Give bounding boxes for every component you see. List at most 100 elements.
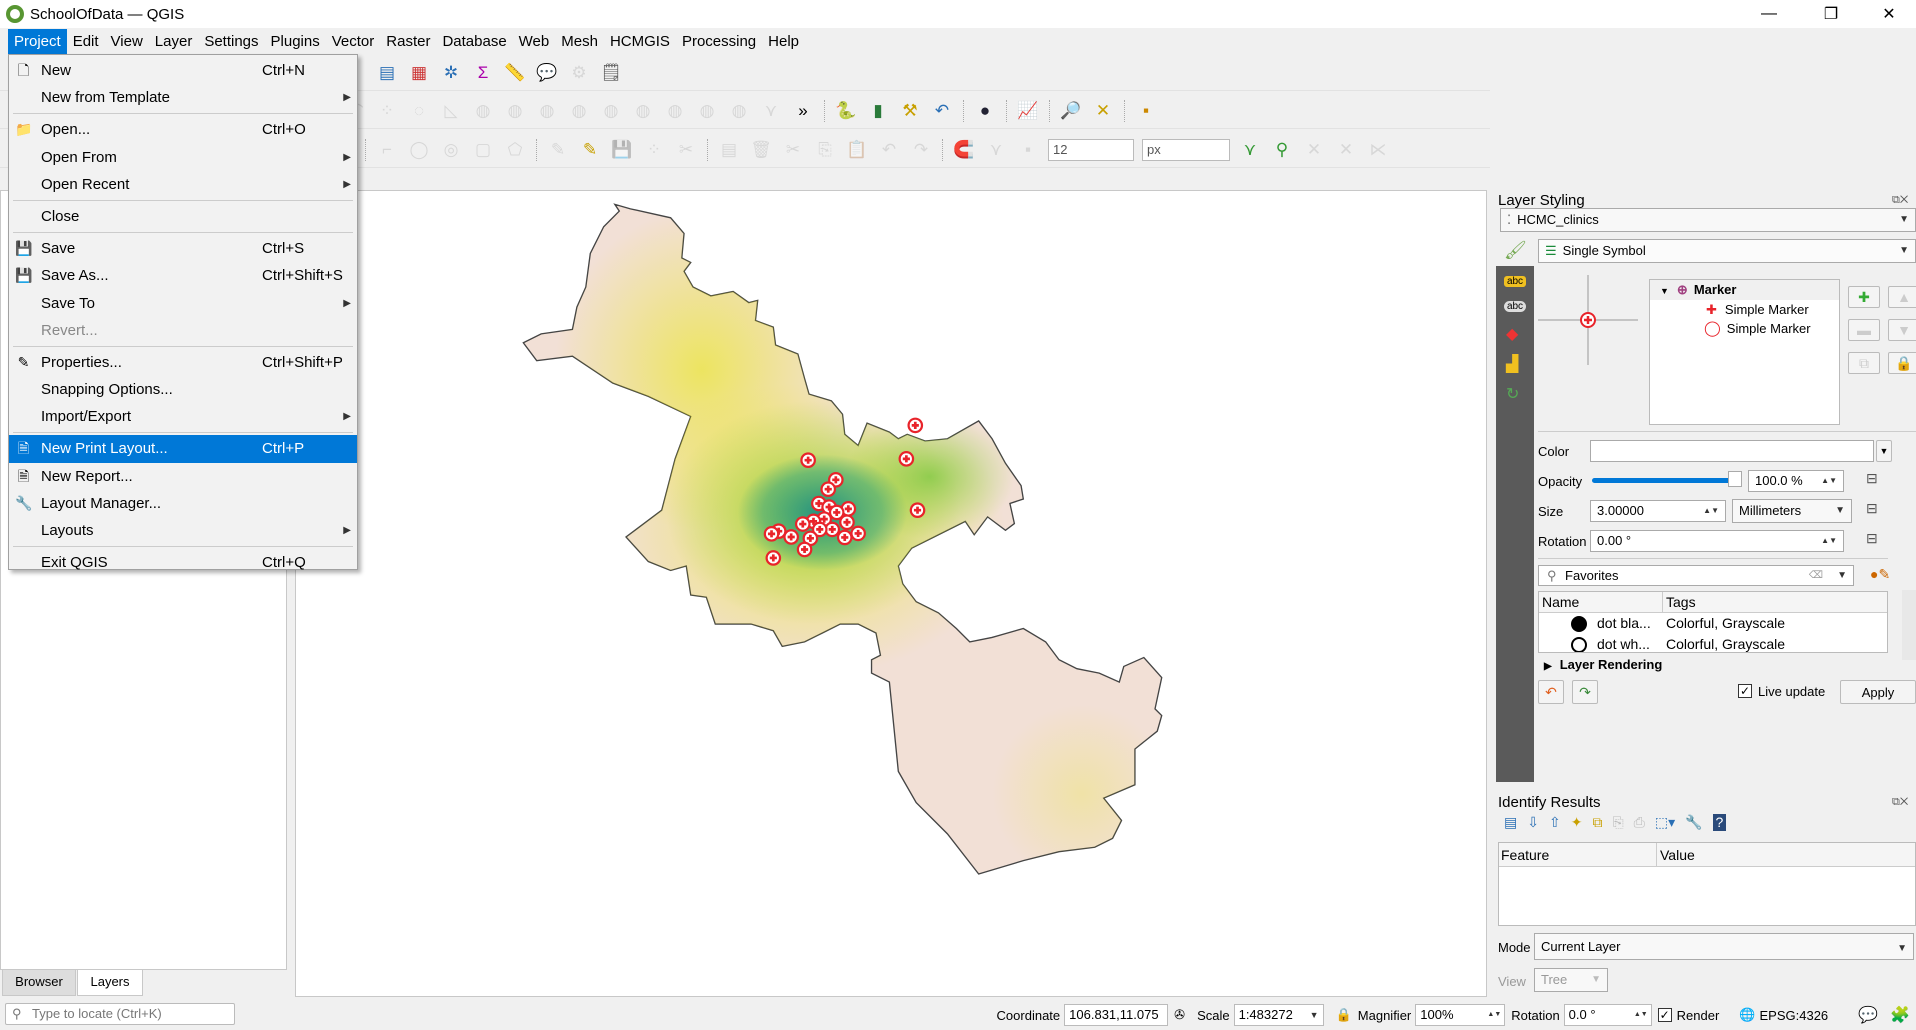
toggle-edit-icon[interactable]: ✎ [577, 137, 603, 163]
lock-scale-icon[interactable]: 🔒 [1336, 1007, 1352, 1023]
add-feature-icon[interactable]: ⁘ [641, 137, 667, 163]
column-value[interactable]: Value [1657, 843, 1695, 866]
snapping-tolerance-input[interactable]: 12 [1048, 138, 1134, 161]
shape-icon[interactable]: ⌐ [374, 137, 400, 163]
move-down-button[interactable]: ▼ [1888, 319, 1916, 341]
menu-vector[interactable]: Vector [326, 29, 381, 54]
menu-view[interactable]: View [105, 29, 149, 54]
scrollbar[interactable] [1902, 590, 1916, 660]
rotation-input[interactable]: 0.00 ° ▲▼ [1590, 530, 1844, 552]
opacity-slider[interactable] [1592, 478, 1732, 483]
menu-item-snapping-options[interactable]: Snapping Options... [9, 376, 357, 403]
edit-icon[interactable]: ✎ [545, 137, 571, 163]
reshape-icon[interactable]: ◍ [470, 98, 496, 124]
tab-layers[interactable]: Layers [77, 970, 143, 996]
split-icon[interactable]: ◍ [598, 98, 624, 124]
expand-new-icon[interactable]: ✦ [1571, 814, 1583, 831]
settings-icon[interactable]: ✲ [438, 60, 464, 86]
lock-layer-button[interactable]: 🔒 [1888, 352, 1916, 374]
menu-item-close[interactable]: Close [9, 203, 357, 230]
snap-icon[interactable]: ⋎ [983, 137, 1009, 163]
split-icon[interactable]: ◍ [630, 98, 656, 124]
menu-item-new[interactable]: 🗋 New Ctrl+N [9, 57, 357, 84]
split-icon[interactable]: ✕ [1333, 137, 1359, 163]
opacity-input[interactable]: 100.0 % ▲▼ [1748, 470, 1844, 492]
crs-button[interactable]: EPSG:4326 [1760, 1008, 1829, 1023]
offset-icon[interactable]: ◍ [502, 98, 528, 124]
rotation-input[interactable]: 0.0 ° ▲▼ [1563, 1004, 1652, 1026]
ellipse-icon[interactable]: ◎ [438, 137, 464, 163]
vertex-tool-icon[interactable]: ✂ [673, 137, 699, 163]
tree-simple-marker-1[interactable]: Simple Marker [1725, 302, 1809, 317]
messages-icon[interactable]: 💬 [1858, 1005, 1878, 1025]
symbol-layer-tree[interactable]: ▼ ⊕ Marker ✚ Simple Marker ◯ Simple Marker [1649, 279, 1840, 425]
crs-globe-icon[interactable]: 🌐 [1739, 1007, 1755, 1023]
undo-button[interactable]: ↶ [1538, 680, 1564, 704]
identify-selection-icon[interactable]: ⬚▾ [1655, 814, 1675, 831]
tab-browser[interactable]: Browser [2, 970, 76, 996]
menu-item-open-from[interactable]: Open From ▶ [9, 144, 357, 171]
globe-icon[interactable]: ● [972, 98, 998, 124]
data-defined-override-icon[interactable]: ⊟ [1866, 530, 1878, 547]
labels-icon[interactable]: abc [1504, 276, 1526, 287]
attribute-table-icon[interactable]: ▤ [374, 60, 400, 86]
undo-icon[interactable]: ↶ [929, 98, 955, 124]
column-feature[interactable]: Feature [1499, 843, 1657, 866]
ruler-icon[interactable]: ◺ [438, 98, 464, 124]
menu-mesh[interactable]: Mesh [555, 29, 604, 54]
print-icon[interactable]: ⎙ [1634, 814, 1645, 831]
identify-mode-select[interactable]: Current Layer ▼ [1534, 933, 1914, 960]
menu-item-new-from-template[interactable]: New from Template ▶ [9, 84, 357, 111]
menu-item-open-recent[interactable]: Open Recent ▶ [9, 171, 357, 198]
dock-float-close-icons[interactable]: ⧉✕ [1892, 194, 1908, 207]
symbol-row[interactable]: dot wh... Colorful, Grayscale [1539, 634, 1887, 652]
avoid-icon[interactable]: ⋉ [1365, 137, 1391, 163]
add-part-icon[interactable]: ⁘ [374, 98, 400, 124]
settings-wrench-icon[interactable]: 🔧 [1685, 814, 1702, 831]
delete-part-icon[interactable]: ◍ [662, 98, 688, 124]
menu-item-import-export[interactable]: Import/Export ▶ [9, 403, 357, 430]
delete-icon[interactable]: 🗑 [748, 137, 774, 163]
data-defined-override-icon[interactable]: ⊟ [1866, 500, 1878, 517]
plugin-update-icon[interactable]: 🧩 [1890, 1005, 1910, 1025]
maximize-button[interactable]: ❐ [1808, 0, 1854, 28]
trace-icon[interactable]: ⋎ [1237, 137, 1263, 163]
graph-icon[interactable]: 📈 [1015, 98, 1041, 124]
menu-item-layouts[interactable]: Layouts ▶ [9, 517, 357, 544]
simplify-icon[interactable]: ◍ [726, 98, 752, 124]
layer-select[interactable]: ⁚ HCMC_clinics ▼ [1500, 208, 1916, 232]
tree-simple-marker-2[interactable]: Simple Marker [1727, 321, 1811, 336]
statistics-icon[interactable]: ▦ [406, 60, 432, 86]
data-defined-override-icon[interactable]: ⊟ [1866, 470, 1878, 487]
circle-icon[interactable]: ◯ [406, 137, 432, 163]
render-checkbox[interactable]: ✓ [1657, 1008, 1672, 1022]
menu-item-revert[interactable]: Revert... [9, 317, 357, 344]
add-symbol-layer-button[interactable]: ✚ [1848, 286, 1880, 308]
close-button[interactable]: ✕ [1866, 0, 1912, 28]
remove-symbol-layer-button[interactable]: ▬ [1848, 319, 1880, 341]
copy-icon[interactable]: ⎘ [1612, 814, 1623, 831]
menu-settings[interactable]: Settings [198, 29, 264, 54]
menu-hcmgis[interactable]: HCMGIS [604, 29, 676, 54]
symbol-search-input[interactable]: ⚲ Favorites ⌫ ▼ [1538, 565, 1854, 586]
paste-icon[interactable]: 📋 [844, 137, 870, 163]
modify-icon[interactable]: ▤ [716, 137, 742, 163]
magnet-icon[interactable]: 🧲 [951, 137, 977, 163]
tree-root-marker[interactable]: Marker [1694, 282, 1737, 297]
mouse-coordinate-toggle-icon[interactable]: ✇ [1174, 1007, 1185, 1023]
annotation-icon[interactable]: 🗒 [598, 60, 624, 86]
plugin-icon[interactable]: ▮ [865, 98, 891, 124]
hcmgis-icon[interactable]: ✕ [1090, 98, 1116, 124]
expand-tree-icon[interactable]: ▤ [1504, 814, 1517, 831]
symbol-list[interactable]: Name Tags dot bla... Colorful, Grayscale d… [1538, 591, 1888, 653]
expand-all-icon[interactable]: ⇩ [1527, 814, 1539, 831]
color-dropdown[interactable]: ▼ [1876, 440, 1892, 462]
rectangle-icon[interactable]: ▢ [470, 137, 496, 163]
menu-plugins[interactable]: Plugins [265, 29, 326, 54]
redo-icon[interactable]: ↷ [908, 137, 934, 163]
python-icon[interactable]: 🐍 [833, 98, 859, 124]
zoom-green-icon[interactable]: 🔎 [1058, 98, 1084, 124]
chart-icon[interactable]: ▪ [1133, 98, 1159, 124]
duplicate-layer-button[interactable]: ⧉ [1848, 352, 1880, 374]
magnifier-input[interactable]: 100% ▲▼ [1415, 1004, 1506, 1026]
